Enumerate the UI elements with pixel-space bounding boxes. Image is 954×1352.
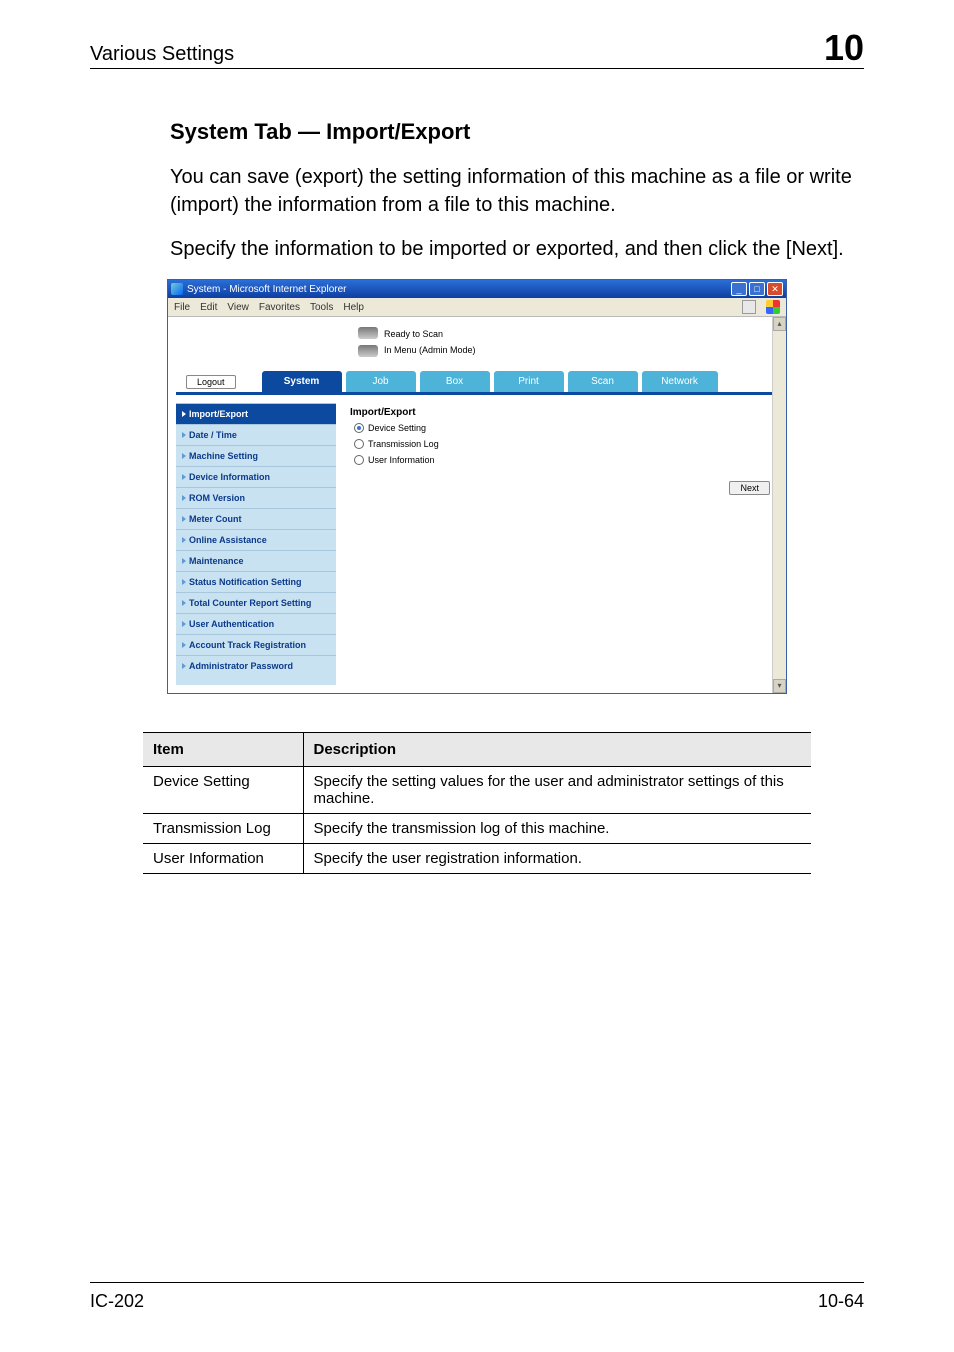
sidebar-item-status-notification[interactable]: Status Notification Setting bbox=[176, 571, 336, 592]
radio-icon bbox=[354, 423, 364, 433]
table-header-item: Item bbox=[143, 733, 303, 767]
content-pane: Import/Export Device Setting Transmissio… bbox=[344, 403, 778, 685]
window-close-button[interactable]: ✕ bbox=[767, 282, 783, 296]
next-button[interactable]: Next bbox=[729, 481, 770, 495]
radio-label: Device Setting bbox=[368, 423, 426, 433]
tab-system[interactable]: System bbox=[262, 371, 342, 392]
titlebar: System - Microsoft Internet Explorer _ □… bbox=[168, 280, 786, 298]
status-ready: Ready to Scan bbox=[384, 329, 476, 339]
vertical-scrollbar[interactable]: ▴ ▾ bbox=[772, 317, 786, 693]
body-paragraph: You can save (export) the setting inform… bbox=[170, 163, 864, 219]
table-row: Transmission Log Specify the transmissio… bbox=[143, 814, 811, 844]
table-cell-item: User Information bbox=[143, 844, 303, 874]
tab-print[interactable]: Print bbox=[494, 371, 564, 392]
sidebar-item-label: Total Counter Report Setting bbox=[189, 598, 311, 608]
sidebar-item-label: Online Assistance bbox=[189, 535, 267, 545]
radio-icon bbox=[354, 439, 364, 449]
menu-tools[interactable]: Tools bbox=[310, 302, 333, 313]
sidebar-item-machine-setting[interactable]: Machine Setting bbox=[176, 445, 336, 466]
scroll-down-icon[interactable]: ▾ bbox=[773, 679, 786, 693]
pane-title: Import/Export bbox=[346, 405, 776, 420]
table-row: Device Setting Specify the setting value… bbox=[143, 767, 811, 814]
table-cell-item: Device Setting bbox=[143, 767, 303, 814]
tab-box[interactable]: Box bbox=[420, 371, 490, 392]
scroll-up-icon[interactable]: ▴ bbox=[773, 317, 786, 331]
ie-icon bbox=[171, 283, 183, 295]
sidebar-item-label: Administrator Password bbox=[189, 661, 293, 671]
windows-icon[interactable] bbox=[766, 300, 780, 314]
table-cell-desc: Specify the transmission log of this mac… bbox=[303, 814, 811, 844]
sidebar-item-label: Status Notification Setting bbox=[189, 577, 302, 587]
table-cell-item: Transmission Log bbox=[143, 814, 303, 844]
tray-icon bbox=[358, 345, 378, 357]
sidebar-item-user-authentication[interactable]: User Authentication bbox=[176, 613, 336, 634]
header-chapter-number: 10 bbox=[824, 30, 864, 66]
sidebar-item-administrator-password[interactable]: Administrator Password bbox=[176, 655, 336, 676]
section-heading: System Tab — Import/Export bbox=[170, 119, 864, 145]
sidebar-item-rom-version[interactable]: ROM Version bbox=[176, 487, 336, 508]
tab-scan[interactable]: Scan bbox=[568, 371, 638, 392]
description-table: Item Description Device Setting Specify … bbox=[143, 732, 811, 874]
sidebar-item-label: Meter Count bbox=[189, 514, 242, 524]
sidebar-item-label: Device Information bbox=[189, 472, 270, 482]
menu-view[interactable]: View bbox=[227, 302, 249, 313]
window-minimize-button[interactable]: _ bbox=[731, 282, 747, 296]
radio-user-information[interactable]: User Information bbox=[346, 452, 776, 468]
footer-left: IC-202 bbox=[90, 1291, 144, 1312]
menu-bar: File Edit View Favorites Tools Help bbox=[168, 298, 786, 317]
sidebar-item-label: Machine Setting bbox=[189, 451, 258, 461]
sidebar-item-label: ROM Version bbox=[189, 493, 245, 503]
radio-label: Transmission Log bbox=[368, 439, 439, 449]
sidebar-item-device-information[interactable]: Device Information bbox=[176, 466, 336, 487]
radio-label: User Information bbox=[368, 455, 435, 465]
table-header-description: Description bbox=[303, 733, 811, 767]
page-icon[interactable] bbox=[742, 300, 756, 314]
table-row: User Information Specify the user regist… bbox=[143, 844, 811, 874]
window-title: System - Microsoft Internet Explorer bbox=[187, 284, 347, 295]
sidebar-item-label: User Authentication bbox=[189, 619, 274, 629]
scanner-icon bbox=[358, 327, 378, 339]
tab-underline bbox=[176, 392, 778, 395]
sidebar-item-meter-count[interactable]: Meter Count bbox=[176, 508, 336, 529]
radio-icon bbox=[354, 455, 364, 465]
table-cell-desc: Specify the user registration informatio… bbox=[303, 844, 811, 874]
sidebar-item-maintenance[interactable]: Maintenance bbox=[176, 550, 336, 571]
body-paragraph: Specify the information to be imported o… bbox=[170, 235, 864, 263]
sidebar-item-label: Date / Time bbox=[189, 430, 237, 440]
sidebar-item-label: Maintenance bbox=[189, 556, 244, 566]
sidebar-item-online-assistance[interactable]: Online Assistance bbox=[176, 529, 336, 550]
sidebar-item-import-export[interactable]: Import/Export bbox=[176, 403, 336, 424]
sidebar-item-total-counter-report[interactable]: Total Counter Report Setting bbox=[176, 592, 336, 613]
menu-edit[interactable]: Edit bbox=[200, 302, 217, 313]
menu-help[interactable]: Help bbox=[343, 302, 364, 313]
sidebar-item-label: Import/Export bbox=[189, 409, 248, 419]
sidebar-item-label: Account Track Registration bbox=[189, 640, 306, 650]
sidebar-item-date-time[interactable]: Date / Time bbox=[176, 424, 336, 445]
radio-transmission-log[interactable]: Transmission Log bbox=[346, 436, 776, 452]
logout-button[interactable]: Logout bbox=[186, 375, 236, 389]
window-maximize-button[interactable]: □ bbox=[749, 282, 765, 296]
tab-job[interactable]: Job bbox=[346, 371, 416, 392]
table-cell-desc: Specify the setting values for the user … bbox=[303, 767, 811, 814]
sidebar-item-account-track-registration[interactable]: Account Track Registration bbox=[176, 634, 336, 655]
tab-network[interactable]: Network bbox=[642, 371, 718, 392]
header-section-title: Various Settings bbox=[90, 43, 234, 66]
radio-device-setting[interactable]: Device Setting bbox=[346, 420, 776, 436]
menu-file[interactable]: File bbox=[174, 302, 190, 313]
status-admin-mode: In Menu (Admin Mode) bbox=[384, 345, 476, 355]
browser-window: System - Microsoft Internet Explorer _ □… bbox=[167, 279, 787, 694]
footer-right: 10-64 bbox=[818, 1291, 864, 1312]
sidebar: Import/Export Date / Time Machine Settin… bbox=[176, 403, 336, 685]
menu-favorites[interactable]: Favorites bbox=[259, 302, 300, 313]
